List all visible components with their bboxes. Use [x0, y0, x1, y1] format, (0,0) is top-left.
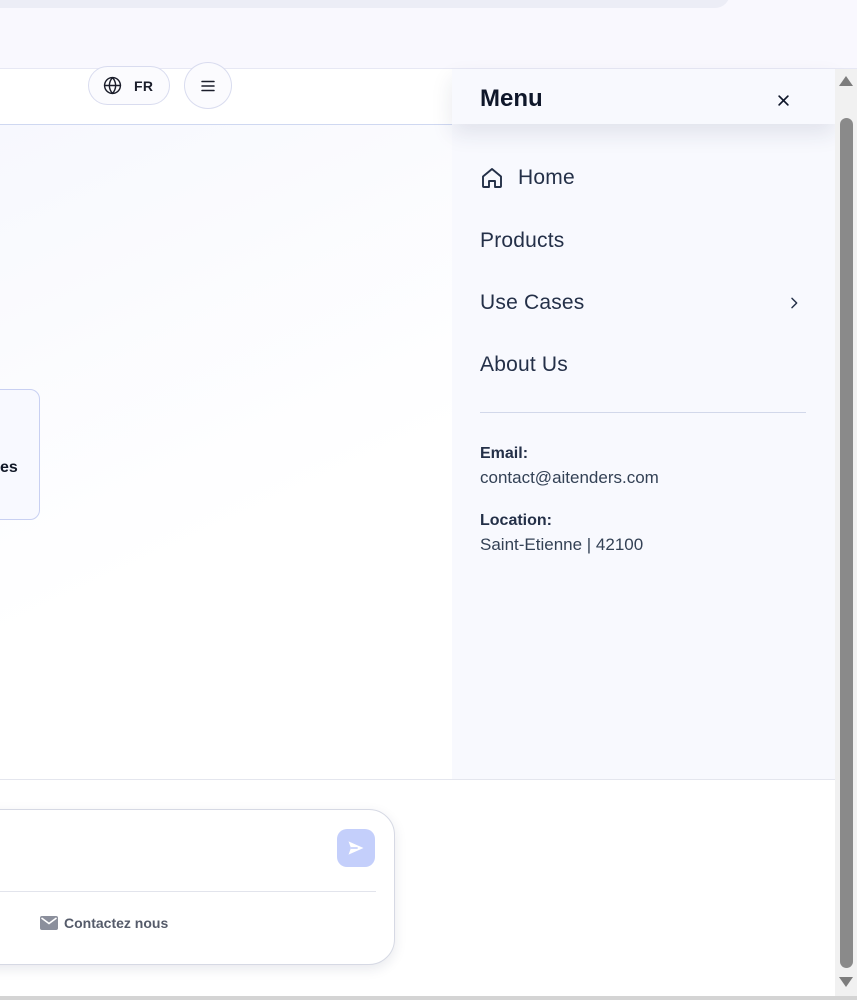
drawer-divider: [480, 412, 806, 413]
contact-label: Contactez nous: [64, 915, 169, 931]
scroll-up-button[interactable]: [838, 74, 854, 88]
nav-item-about-us[interactable]: About Us: [480, 345, 806, 385]
nav-item-use-cases[interactable]: Use Cases: [480, 283, 806, 323]
close-button[interactable]: [770, 87, 796, 113]
email-label: Email:: [480, 445, 529, 462]
section-divider: [0, 779, 835, 780]
window-bottom-edge: [0, 996, 857, 1000]
clipped-action[interactable]: ·: [0, 915, 1, 931]
language-code: FR: [134, 77, 154, 94]
feature-card-text: es: [0, 459, 18, 476]
location-label: Location:: [480, 512, 552, 529]
menu-toggle-button[interactable]: [184, 62, 232, 109]
location-value: Saint-Etienne | 42100: [480, 535, 644, 554]
home-icon: [482, 168, 502, 188]
nav-item-home[interactable]: Home: [480, 158, 806, 198]
main-content: [0, 125, 452, 779]
contact-button[interactable]: Contactez nous: [40, 915, 168, 931]
drawer-title: Menu: [480, 85, 543, 112]
nav-item-label: Products: [480, 229, 565, 252]
chat-divider: [0, 891, 376, 892]
send-icon: [348, 841, 364, 855]
hamburger-icon: [201, 80, 215, 91]
nav-item-label: Use Cases: [480, 291, 585, 314]
chat-input[interactable]: [0, 825, 320, 865]
nav-item-label: About Us: [480, 353, 568, 376]
send-button[interactable]: [337, 829, 375, 867]
triangle-up-icon: [839, 76, 853, 86]
email-link[interactable]: contact@aitenders.com: [480, 468, 659, 488]
chevron-right-icon: [791, 297, 798, 309]
scrollbar-thumb[interactable]: [840, 118, 853, 968]
globe-icon: [103, 76, 122, 95]
language-switcher-button[interactable]: FR: [88, 66, 170, 105]
feature-card[interactable]: [0, 389, 40, 520]
top-bar: [0, 0, 857, 69]
address-bar[interactable]: [0, 0, 730, 8]
scroll-down-button[interactable]: [838, 975, 854, 989]
nav-item-label: Home: [518, 166, 575, 189]
triangle-down-icon: [839, 977, 853, 987]
nav-item-products[interactable]: Products: [480, 221, 806, 261]
mail-icon: [40, 916, 58, 930]
close-icon: [777, 94, 789, 106]
